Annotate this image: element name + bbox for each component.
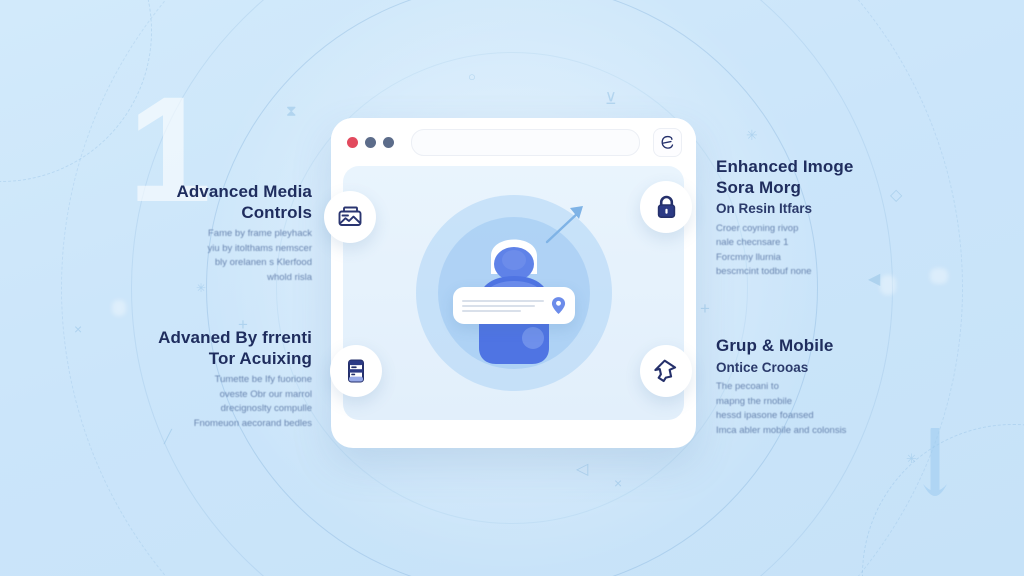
- window-maximize-dot[interactable]: [383, 136, 394, 148]
- feature-subtitle: Ontice Crooas: [716, 359, 809, 375]
- decor-blob-left-1: [112, 300, 126, 316]
- feature-title-line2: Sora Morg: [716, 177, 801, 197]
- decor-spark-12: ◇: [890, 187, 903, 204]
- feature-title: Advaned By frrenti Tor Acuixing: [158, 328, 312, 368]
- decor-spark-7: ×: [74, 321, 83, 337]
- decor-spark-2: ⊻: [605, 91, 617, 108]
- decor-spark-4: ✳: [746, 127, 758, 143]
- browser-window-mockup: [331, 118, 696, 448]
- decor-blob-right-2: [930, 268, 948, 284]
- decor-spark-10: ◁: [576, 461, 589, 478]
- address-bar-input[interactable]: [411, 128, 640, 156]
- window-close-dot[interactable]: [347, 136, 358, 148]
- lock-icon[interactable]: [640, 181, 692, 233]
- feature-body: Fame by frame pleyhack yiu by itolthams …: [207, 228, 312, 283]
- feature-body: Tumette be Ify fuorione oveste Obr our m…: [193, 374, 312, 429]
- browser-content-area: [343, 166, 684, 420]
- feature-body: Croer coyning rivop nale checnsare 1 For…: [716, 223, 812, 278]
- decor-spark-3: ⧗: [286, 103, 297, 120]
- info-card-overlay: [452, 287, 575, 324]
- feature-subtitle: On Resin Itfars: [716, 201, 813, 217]
- browser-titlebar: [331, 118, 696, 166]
- decor-spark-1: ○: [468, 69, 476, 84]
- feature-text-advanced-by-frrenti: Advaned By frrenti Tor Acuixing Tumette …: [150, 328, 312, 431]
- decor-spark-5: +: [700, 299, 710, 318]
- feature-title: Advanced Media Controls: [176, 182, 312, 222]
- feature-title: Enhanced Imoge: [716, 157, 854, 176]
- pen-edit-icon[interactable]: [653, 127, 682, 157]
- lock-icon-glyph: [657, 195, 675, 218]
- feature-body: The pecoani to mapng the rnobile hessd i…: [716, 381, 847, 436]
- infographic-canvas: 1 ○ ⊻ ⧗ ✳ + + × ✳ ✳ ◁ × ◇ ◀ ✳ ╱: [0, 0, 1024, 576]
- server-list-icon[interactable]: [330, 345, 382, 397]
- feature-text-grup-mobile: Grup & Mobile Ontice Crooas The pecoani …: [716, 336, 898, 438]
- decor-spark-11: ×: [614, 475, 623, 491]
- info-card-text-lines: [461, 299, 544, 312]
- down-arrow-decor: [923, 428, 947, 496]
- location-pin-icon: [551, 297, 565, 314]
- feature-text-advanced-media-controls: Advanced Media Controls Fame by frame pl…: [150, 182, 312, 285]
- decor-spark-14: ✳: [906, 451, 917, 466]
- decor-spark-15: ╱: [164, 429, 172, 444]
- image-photo-icon[interactable]: [324, 191, 376, 243]
- cursor-pointer-icon[interactable]: [640, 345, 692, 397]
- window-minimize-dot[interactable]: [365, 136, 376, 148]
- feature-text-enhanced-image-sora: Enhanced Imoge Sora Morg On Resin Itfars…: [716, 157, 891, 280]
- feature-title: Grup & Mobile: [716, 336, 834, 355]
